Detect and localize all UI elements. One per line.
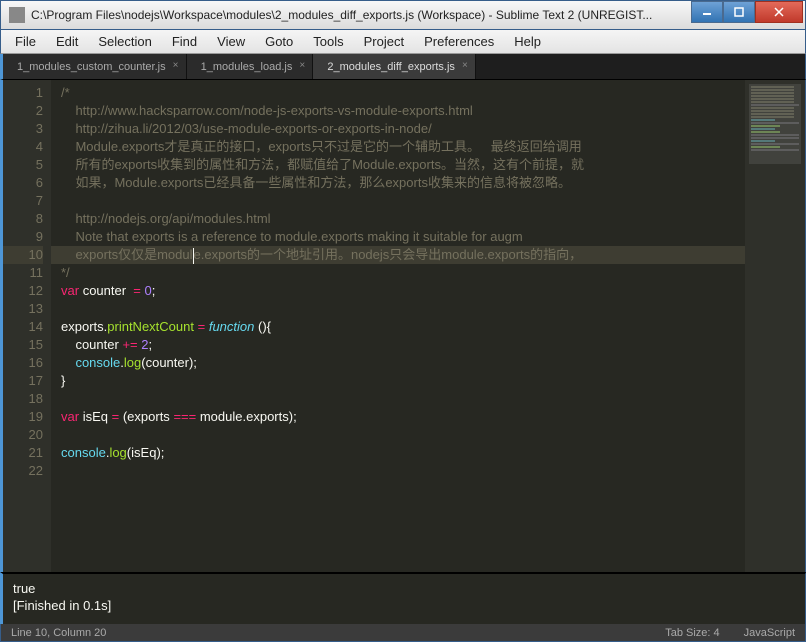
code-line[interactable] (51, 462, 745, 480)
build-output[interactable]: true [Finished in 0.1s] (0, 572, 806, 624)
tab-bar: 1_modules_custom_counter.js×1_modules_lo… (0, 54, 806, 80)
code-line[interactable] (51, 426, 745, 444)
code-line[interactable]: } (51, 372, 745, 390)
code-line[interactable]: exports仅仅是module.exports的一个地址引用。nodejs只会… (51, 246, 745, 264)
line-number: 2 (3, 102, 43, 120)
minimap-viewport[interactable] (749, 84, 801, 164)
line-number: 9 (3, 228, 43, 246)
minimap[interactable] (745, 80, 805, 572)
code-line[interactable]: http://www.hacksparrow.com/node-js-expor… (51, 102, 745, 120)
line-number: 8 (3, 210, 43, 228)
line-number: 7 (3, 192, 43, 210)
line-number: 21 (3, 444, 43, 462)
title-bar[interactable]: C:\Program Files\nodejs\Workspace\module… (0, 0, 806, 30)
menu-view[interactable]: View (207, 32, 255, 51)
tab-close-icon[interactable]: × (460, 61, 470, 71)
code-line[interactable]: counter += 2; (51, 336, 745, 354)
tab-close-icon[interactable]: × (171, 61, 181, 71)
maximize-button[interactable] (723, 1, 755, 23)
menu-tools[interactable]: Tools (303, 32, 353, 51)
output-line: [Finished in 0.1s] (13, 597, 795, 614)
tab-close-icon[interactable]: × (297, 61, 307, 71)
line-number: 10 (3, 246, 43, 264)
tab[interactable]: 2_modules_diff_exports.js × (313, 54, 476, 79)
output-line: true (13, 580, 795, 597)
line-number: 15 (3, 336, 43, 354)
code-line[interactable]: console.log(isEq); (51, 444, 745, 462)
status-language[interactable]: JavaScript (744, 627, 795, 639)
code-line[interactable] (51, 300, 745, 318)
code-area[interactable]: /* http://www.hacksparrow.com/node-js-ex… (51, 80, 745, 572)
line-number: 18 (3, 390, 43, 408)
status-position[interactable]: Line 10, Column 20 (11, 627, 106, 639)
menu-file[interactable]: File (5, 32, 46, 51)
minimize-button[interactable] (691, 1, 723, 23)
status-tab-size[interactable]: Tab Size: 4 (665, 627, 719, 639)
close-button[interactable] (755, 1, 803, 23)
code-line[interactable]: var isEq = (exports === module.exports); (51, 408, 745, 426)
code-line[interactable] (51, 192, 745, 210)
line-number: 3 (3, 120, 43, 138)
code-line[interactable]: http://zihua.li/2012/03/use-module-expor… (51, 120, 745, 138)
tab[interactable]: 1_modules_custom_counter.js × (3, 54, 187, 79)
line-number: 20 (3, 426, 43, 444)
code-line[interactable]: console.log(counter); (51, 354, 745, 372)
code-line[interactable]: Module.exports才是真正的接口，exports只不过是它的一个辅助工… (51, 138, 745, 156)
code-line[interactable]: exports.printNextCount = function (){ (51, 318, 745, 336)
menu-selection[interactable]: Selection (88, 32, 161, 51)
window-controls (691, 1, 803, 23)
line-number: 16 (3, 354, 43, 372)
line-number: 11 (3, 264, 43, 282)
line-number: 19 (3, 408, 43, 426)
line-number: 14 (3, 318, 43, 336)
tab-label: 1_modules_load.js (201, 61, 293, 73)
code-line[interactable]: var counter = 0; (51, 282, 745, 300)
code-line[interactable] (51, 390, 745, 408)
menu-find[interactable]: Find (162, 32, 207, 51)
tab[interactable]: 1_modules_load.js × (187, 54, 314, 79)
line-gutter: 12345678910111213141516171819202122 (3, 80, 51, 572)
menu-help[interactable]: Help (504, 32, 551, 51)
code-line[interactable]: Note that exports is a reference to modu… (51, 228, 745, 246)
line-number: 13 (3, 300, 43, 318)
menu-project[interactable]: Project (354, 32, 414, 51)
status-bar: Line 10, Column 20 Tab Size: 4 JavaScrip… (0, 624, 806, 642)
line-number: 4 (3, 138, 43, 156)
menu-bar: FileEditSelectionFindViewGotoToolsProjec… (0, 30, 806, 54)
line-number: 5 (3, 156, 43, 174)
code-line[interactable]: http://nodejs.org/api/modules.html (51, 210, 745, 228)
line-number: 6 (3, 174, 43, 192)
line-number: 12 (3, 282, 43, 300)
code-line[interactable]: */ (51, 264, 745, 282)
line-number: 22 (3, 462, 43, 480)
editor[interactable]: 12345678910111213141516171819202122 /* h… (0, 80, 806, 572)
line-number: 17 (3, 372, 43, 390)
menu-edit[interactable]: Edit (46, 32, 88, 51)
code-line[interactable]: /* (51, 84, 745, 102)
app-icon (9, 7, 25, 23)
menu-goto[interactable]: Goto (255, 32, 303, 51)
tab-label: 2_modules_diff_exports.js (327, 61, 455, 73)
tab-label: 1_modules_custom_counter.js (17, 61, 166, 73)
code-line[interactable]: 如果，Module.exports已经具备一些属性和方法，那么exports收集… (51, 174, 745, 192)
window-title: C:\Program Files\nodejs\Workspace\module… (31, 8, 805, 22)
line-number: 1 (3, 84, 43, 102)
menu-preferences[interactable]: Preferences (414, 32, 504, 51)
code-line[interactable]: 所有的exports收集到的属性和方法，都赋值给了Module.exports。… (51, 156, 745, 174)
